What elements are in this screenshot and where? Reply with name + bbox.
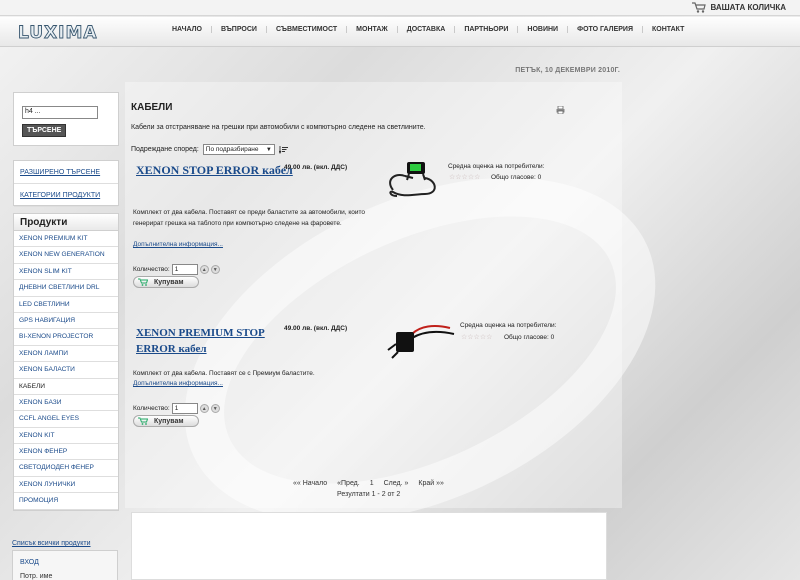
- advanced-search-link[interactable]: РАЗШИРЕНО ТЪРСЕНЕ: [14, 161, 118, 184]
- quantity-row: Количество: 1 ▲ ▼: [133, 403, 220, 414]
- svg-text:LUXIMA: LUXIMA: [18, 23, 98, 43]
- sort-select-value: По подразбиране: [205, 146, 259, 153]
- login-box: ВХОД Потр. име: [12, 550, 118, 580]
- chevron-down-icon: ▼: [265, 147, 272, 153]
- sidebar-item-cables[interactable]: КАБЕЛИ: [14, 378, 118, 395]
- buy-button[interactable]: Купувам: [133, 415, 199, 427]
- sidebar-item-promotion[interactable]: ПРОМОЦИЯ: [14, 493, 118, 510]
- quantity-label: Количество:: [133, 266, 170, 273]
- pagination-page[interactable]: 1: [370, 480, 374, 487]
- nav-contact[interactable]: КОНТАКТ: [641, 26, 693, 33]
- main-nav: НАЧАЛО ВЪПРОСИ СЪВМЕСТИМОСТ МОНТАЖ ДОСТА…: [163, 26, 693, 33]
- sidebar-item-xenon-slim-kit[interactable]: XENON SLIM KIT: [14, 264, 118, 281]
- current-date: ПЕТЪК, 10 ДЕКЕМВРИ 2010Г.: [515, 67, 620, 74]
- votes-count: Общо гласове: 0: [491, 174, 542, 181]
- product-image[interactable]: [384, 320, 458, 362]
- sidebar-item-xenon-kit[interactable]: XENON KIT: [14, 428, 118, 445]
- search-box: h4 ... ТЪРСЕНЕ: [13, 92, 119, 146]
- quantity-up-icon[interactable]: ▲: [199, 265, 209, 274]
- search-input[interactable]: h4 ...: [22, 106, 98, 119]
- print-icon[interactable]: [556, 106, 565, 114]
- pagination-start[interactable]: «« Начало: [293, 480, 327, 487]
- nav-delivery[interactable]: ДОСТАВКА: [396, 26, 455, 33]
- sidebar-item-xenon-new-generation[interactable]: XENON NEW GENERATION: [14, 247, 118, 264]
- sidebar-item-bi-xenon-projector[interactable]: BI-XENON PROJECTOR: [14, 329, 118, 346]
- login-label[interactable]: ВХОД: [20, 559, 117, 566]
- rating-stars: ☆☆☆☆☆: [449, 174, 481, 181]
- nav-partners[interactable]: ПАРТНЬОРИ: [454, 26, 517, 33]
- luxima-logo[interactable]: LUXIMA: [14, 20, 114, 44]
- search-button[interactable]: ТЪРСЕНЕ: [22, 124, 67, 137]
- pagination-next[interactable]: След. »: [384, 480, 409, 487]
- products-title: Продукти: [14, 214, 118, 231]
- quantity-label: Количество:: [133, 405, 170, 412]
- sidebar-item-xenon-lamps[interactable]: XENON ЛАМПИ: [14, 346, 118, 363]
- pagination: «« Начало «Пред. 1 След. » Край »»: [293, 480, 444, 487]
- sidebar-item-xenon-bases[interactable]: XENON БАЗИ: [14, 395, 118, 412]
- sidebar-item-xenon-spots[interactable]: XENON ЛУНИЧКИ: [14, 477, 118, 494]
- sidebar-item-ccfl-angel-eyes[interactable]: CCFL ANGEL EYES: [14, 411, 118, 428]
- quantity-up-icon[interactable]: ▲: [199, 404, 209, 413]
- sidebar-item-xenon-ballasts[interactable]: XENON БАЛАСТИ: [14, 362, 118, 379]
- buy-button-label: Купувам: [154, 417, 184, 425]
- results-count: Резултати 1 - 2 от 2: [337, 491, 401, 498]
- sidebar-item-gps[interactable]: GPS НАВИГАЦИЯ: [14, 313, 118, 330]
- sidebar-item-xenon-premium-kit[interactable]: XENON PREMIUM KIT: [14, 231, 118, 248]
- nav-faq[interactable]: ВЪПРОСИ: [211, 26, 266, 33]
- product-price: 49.00 лв. (вкл. ДДС): [284, 325, 348, 332]
- nav-installation[interactable]: МОНТАЖ: [346, 26, 397, 33]
- left-column: h4 ... ТЪРСЕНЕ РАЗШИРЕНО ТЪРСЕНЕ КАТЕГОР…: [13, 92, 119, 511]
- product-name-link[interactable]: XENON STOP ERROR кабел: [136, 163, 293, 178]
- sidebar-item-led-headlight[interactable]: СВЕТОДИОДЕН ФЕНЕР: [14, 460, 118, 477]
- pagination-end[interactable]: Край »»: [418, 480, 444, 487]
- product-image[interactable]: [385, 160, 443, 202]
- cart-icon: [138, 278, 148, 286]
- main-lower-panel: [131, 512, 607, 580]
- sidebar-item-led[interactable]: LED СВЕТЛИНИ: [14, 297, 118, 313]
- cart-label: ВАШАТА КОЛИЧКА: [710, 3, 786, 12]
- sort-direction-icon[interactable]: [278, 145, 289, 154]
- product-categories-link[interactable]: КАТЕГОРИИ ПРОДУКТИ: [14, 184, 118, 207]
- nav-gallery[interactable]: ФОТО ГАЛЕРИЯ: [567, 26, 642, 33]
- page-title: КАБЕЛИ: [131, 102, 173, 113]
- quantity-row: Количество: 1 ▲ ▼: [133, 264, 220, 275]
- top-strip: ВАШАТА КОЛИЧКА: [0, 0, 800, 16]
- buy-button[interactable]: Купувам: [133, 276, 199, 288]
- category-description: Кабели за отстраняване на грешки при авт…: [131, 124, 426, 131]
- quantity-down-icon[interactable]: ▼: [210, 265, 220, 274]
- quantity-input[interactable]: 1: [171, 403, 198, 414]
- buy-button-label: Купувам: [154, 278, 184, 286]
- product-price: 49.00 лв. (вкл. ДДС): [284, 164, 348, 171]
- rating-label: Средна оценка на потребители:: [448, 163, 545, 170]
- cart-icon: [692, 2, 707, 13]
- nav-compatibility[interactable]: СЪВМЕСТИМОСТ: [265, 26, 346, 33]
- sidebar-item-drl[interactable]: ДНЕВНИ СВЕТЛИНИ DRL: [14, 280, 118, 297]
- sort-select[interactable]: По подразбиране ▼: [202, 144, 275, 155]
- sidebar-item-xenon-headlight[interactable]: XENON ФЕНЕР: [14, 444, 118, 461]
- sort-label: Подреждане според:: [131, 146, 199, 153]
- pagination-prev[interactable]: «Пред.: [337, 480, 360, 487]
- rating-stars: ☆☆☆☆☆: [461, 334, 493, 341]
- quantity-down-icon[interactable]: ▼: [210, 404, 220, 413]
- cart-link[interactable]: ВАШАТА КОЛИЧКА: [692, 2, 786, 13]
- sort-row: Подреждане според: По подразбиране ▼: [131, 144, 289, 155]
- nav-news[interactable]: НОВИНИ: [517, 26, 567, 33]
- cart-icon: [138, 417, 148, 425]
- nav-home[interactable]: НАЧАЛО: [163, 26, 211, 33]
- products-menu: Продукти XENON PREMIUM KIT XENON NEW GEN…: [13, 213, 119, 511]
- rating-label: Средна оценка на потребители:: [460, 322, 557, 329]
- product-description: Комплект от два кабела. Поставят се пред…: [133, 209, 366, 227]
- votes-count: Общо гласове: 0: [504, 334, 555, 341]
- sidebar-links: РАЗШИРЕНО ТЪРСЕНЕ КАТЕГОРИИ ПРОДУКТИ: [13, 160, 119, 207]
- all-products-link[interactable]: Списък всички продукти: [12, 540, 91, 547]
- more-info-link[interactable]: Допълнителна информация...: [133, 241, 223, 248]
- quantity-input[interactable]: 1: [171, 264, 198, 275]
- header: LUXIMA НАЧАЛО ВЪПРОСИ СЪВМЕСТИМОСТ МОНТА…: [0, 17, 800, 47]
- more-info-link[interactable]: Допълнителна информация...: [133, 380, 223, 387]
- login-username-label: Потр. име: [20, 573, 53, 580]
- product-description: Комплект от два кабела. Поставят се с Пр…: [133, 370, 315, 377]
- product-name-link[interactable]: XENON PREMIUM STOP ERROR кабел: [136, 325, 276, 357]
